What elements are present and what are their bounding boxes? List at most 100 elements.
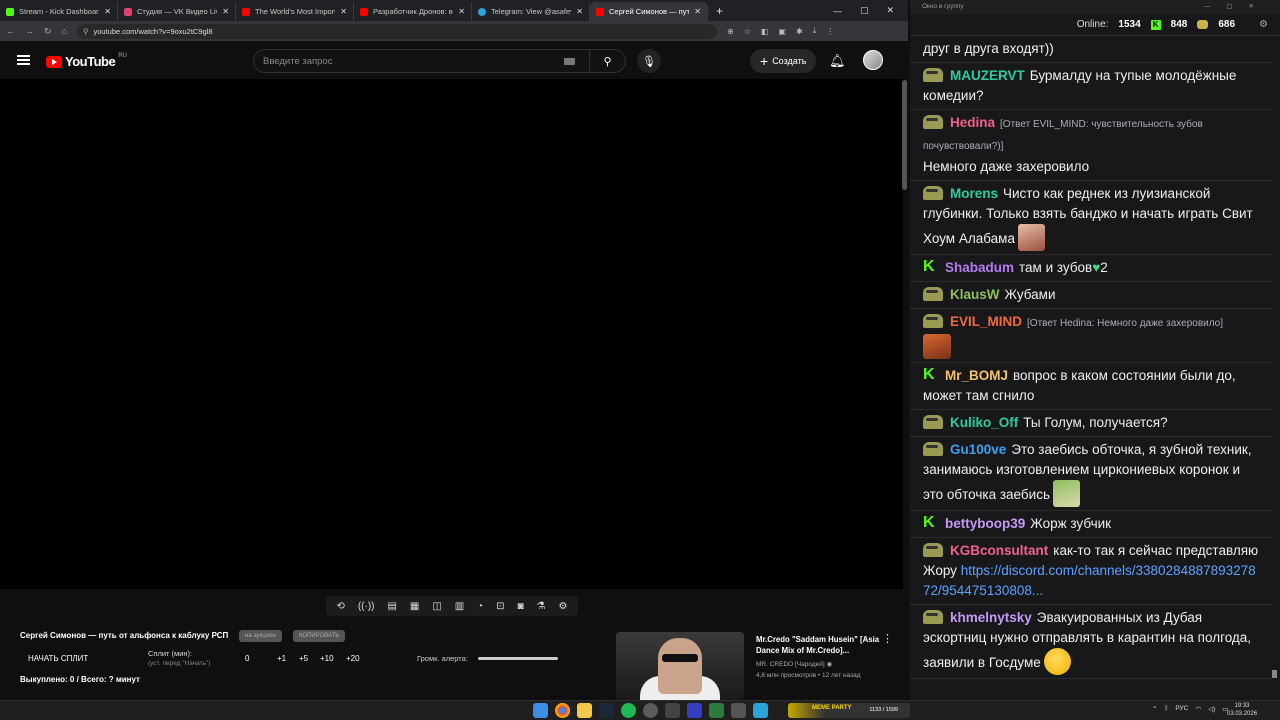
app-icon[interactable] [709,703,724,718]
flask-icon[interactable]: ⚗ [537,601,546,612]
tab-youtube-1[interactable]: The World's Most Important M✕ [236,2,354,21]
app-icon[interactable] [731,703,746,718]
alert-volume-slider[interactable] [478,657,558,660]
windows-start-icon[interactable] [533,703,548,718]
volume-icon[interactable]: ◁) [1208,705,1215,713]
folder-icon[interactable] [577,703,592,718]
app-icon[interactable] [665,703,680,718]
tab-telegram[interactable]: Telegram: View @asafevitas✕ [472,2,590,21]
media-player-icon[interactable] [687,703,702,718]
voice-search-button[interactable]: 🎙︎ [637,49,661,73]
discord-link[interactable]: https://discord.com/channels/33802848878… [923,563,1256,598]
split-add-1-button[interactable]: +1 [277,654,286,663]
puzzle-icon[interactable]: ✱ [796,27,803,36]
close-tab-icon[interactable]: ✕ [694,7,701,16]
chat-username[interactable]: bettyboop39 [945,516,1025,531]
keyboard-icon[interactable] [564,57,575,65]
menu-dots-icon[interactable]: ⋮ [826,27,834,36]
youtube-logo[interactable]: YouTube RU [46,53,127,69]
clapperboard-icon[interactable]: ▦ [410,601,419,612]
close-window-icon[interactable]: ✕ [886,5,894,16]
speedometer-icon[interactable]: ◔ [477,601,483,612]
page-scrollbar[interactable] [902,80,907,190]
search-button[interactable]: ⚲ [589,50,625,72]
site-info-icon[interactable]: ⚲ [83,24,89,39]
chat-app-icon[interactable] [753,703,768,718]
create-button[interactable]: + Создать [750,49,817,73]
screenshot-frame-icon[interactable]: ⊡ [496,601,504,612]
chat-window-controls[interactable]: —▢✕ [1204,0,1270,14]
gear-icon[interactable]: ⚙ [558,601,567,612]
tab-youtube-active[interactable]: Сергей Симонов — путь от ал✕ [590,2,708,21]
chrome-icon[interactable] [555,703,570,718]
bookmark-star-icon[interactable]: ☆ [744,27,751,36]
search-box[interactable]: Введите запрос ⚲ [253,49,626,73]
audio-wave-icon[interactable]: ((·)) [358,601,375,612]
chevron-up-icon[interactable]: ⌃ [1152,705,1157,713]
start-split-button[interactable]: НАЧАТЬ СПЛИТ [28,654,88,663]
notifications-bell-icon[interactable]: 🔔︎ [829,53,846,69]
film-strip-icon[interactable]: ▥ [455,601,464,612]
chat-username[interactable]: Hedina [950,115,995,130]
reload-icon[interactable]: ↻ [44,26,52,37]
zoom-icon[interactable]: ⊕ [727,27,734,36]
camera-icon[interactable]: ◙ [518,601,524,612]
auction-button[interactable]: на аукцион [239,630,282,642]
copy-button[interactable]: КОПИРОВАТЬ [293,630,346,642]
bluetooth-icon[interactable]: ᛒ [1164,705,1168,713]
split-add-10-button[interactable]: +10 [320,654,334,663]
split-add-5-button[interactable]: +5 [299,654,308,663]
home-icon[interactable]: ⌂ [62,26,67,36]
close-tab-icon[interactable]: ✕ [576,7,583,16]
close-tab-icon[interactable]: ✕ [458,7,465,16]
search-input[interactable]: Введите запрос [254,56,564,67]
extension-icon[interactable]: ◧ [761,27,769,36]
recommended-video[interactable]: Mr.Credo "Saddam Husein" [Asia Dance Mix… [580,630,900,700]
chat-username[interactable]: MAUZERVT [950,68,1025,83]
spotify-icon[interactable] [621,703,636,718]
avatar[interactable] [863,50,883,70]
picture-in-picture-icon[interactable]: ◫ [432,601,441,612]
download-icon[interactable]: ⤓ [813,26,817,36]
app-icon[interactable] [643,703,658,718]
recommended-title[interactable]: Mr.Credo "Saddam Husein" [Asia Dance Mix… [756,634,884,656]
chat-username[interactable]: Kuliko_Off [950,415,1018,430]
back-icon[interactable]: ← [6,26,15,36]
settings-gear-icon[interactable]: ⚙ [1259,19,1268,30]
url-field[interactable]: ⚲ youtube.com/watch?v=9oxu2tC9gl8 [76,23,717,39]
chat-username[interactable]: Gu100ve [950,442,1006,457]
close-tab-icon[interactable]: ✕ [104,7,111,16]
maximize-icon[interactable]: ▢ [860,5,869,16]
video-thumbnail[interactable] [616,632,744,700]
video-player[interactable] [0,79,903,589]
extension-icon[interactable]: ▣ [778,27,786,36]
chat-username[interactable]: khmelnytsky [950,610,1032,625]
chat-username[interactable]: Mr_BOMJ [945,368,1008,383]
channel-name[interactable]: MR. CREDO [Чародей] ◉ [756,660,832,668]
system-clock[interactable]: 19:33 03.03.2026 [1227,702,1257,718]
chat-username[interactable]: Shabadum [945,260,1014,275]
meme-party-widget[interactable]: MEME PARTY 1133 / 1599 [788,703,910,718]
chat-username[interactable]: KGBconsultant [950,543,1048,558]
chat-username[interactable]: EVIL_MIND [950,314,1022,329]
new-tab-button[interactable]: + [708,2,731,21]
wifi-icon[interactable]: ◠ [1195,705,1201,713]
tab-youtube-2[interactable]: Разработчик Дронов: вся ✕ [354,2,472,21]
minimize-icon[interactable]: — [833,6,842,16]
more-options-icon[interactable]: ⋮ [882,632,893,645]
close-tab-icon[interactable]: ✕ [222,7,229,16]
chat-username[interactable]: Morens [950,186,998,201]
close-tab-icon[interactable]: ✕ [340,7,347,16]
chat-messages[interactable]: друг в друга входят)) MAUZERVT Бурмалду н… [910,36,1272,680]
tab-kick-dashboard[interactable]: Stream - Kick Dashboard ✕ [0,2,118,21]
chat-username[interactable]: KlausW [950,287,1000,302]
steam-icon[interactable] [599,703,614,718]
loop-icon[interactable]: ⟲ [336,601,344,612]
forward-icon[interactable]: → [25,26,34,36]
menu-icon[interactable] [17,55,30,65]
split-add-20-button[interactable]: +20 [346,654,360,663]
tab-vk-studio[interactable]: Студия — VK Видео Live ✕ [118,2,236,21]
chat-scrollbar[interactable] [1272,40,1277,680]
playback-speed-icon[interactable]: ▤ [387,601,396,612]
language-indicator[interactable]: РУС [1175,705,1188,713]
